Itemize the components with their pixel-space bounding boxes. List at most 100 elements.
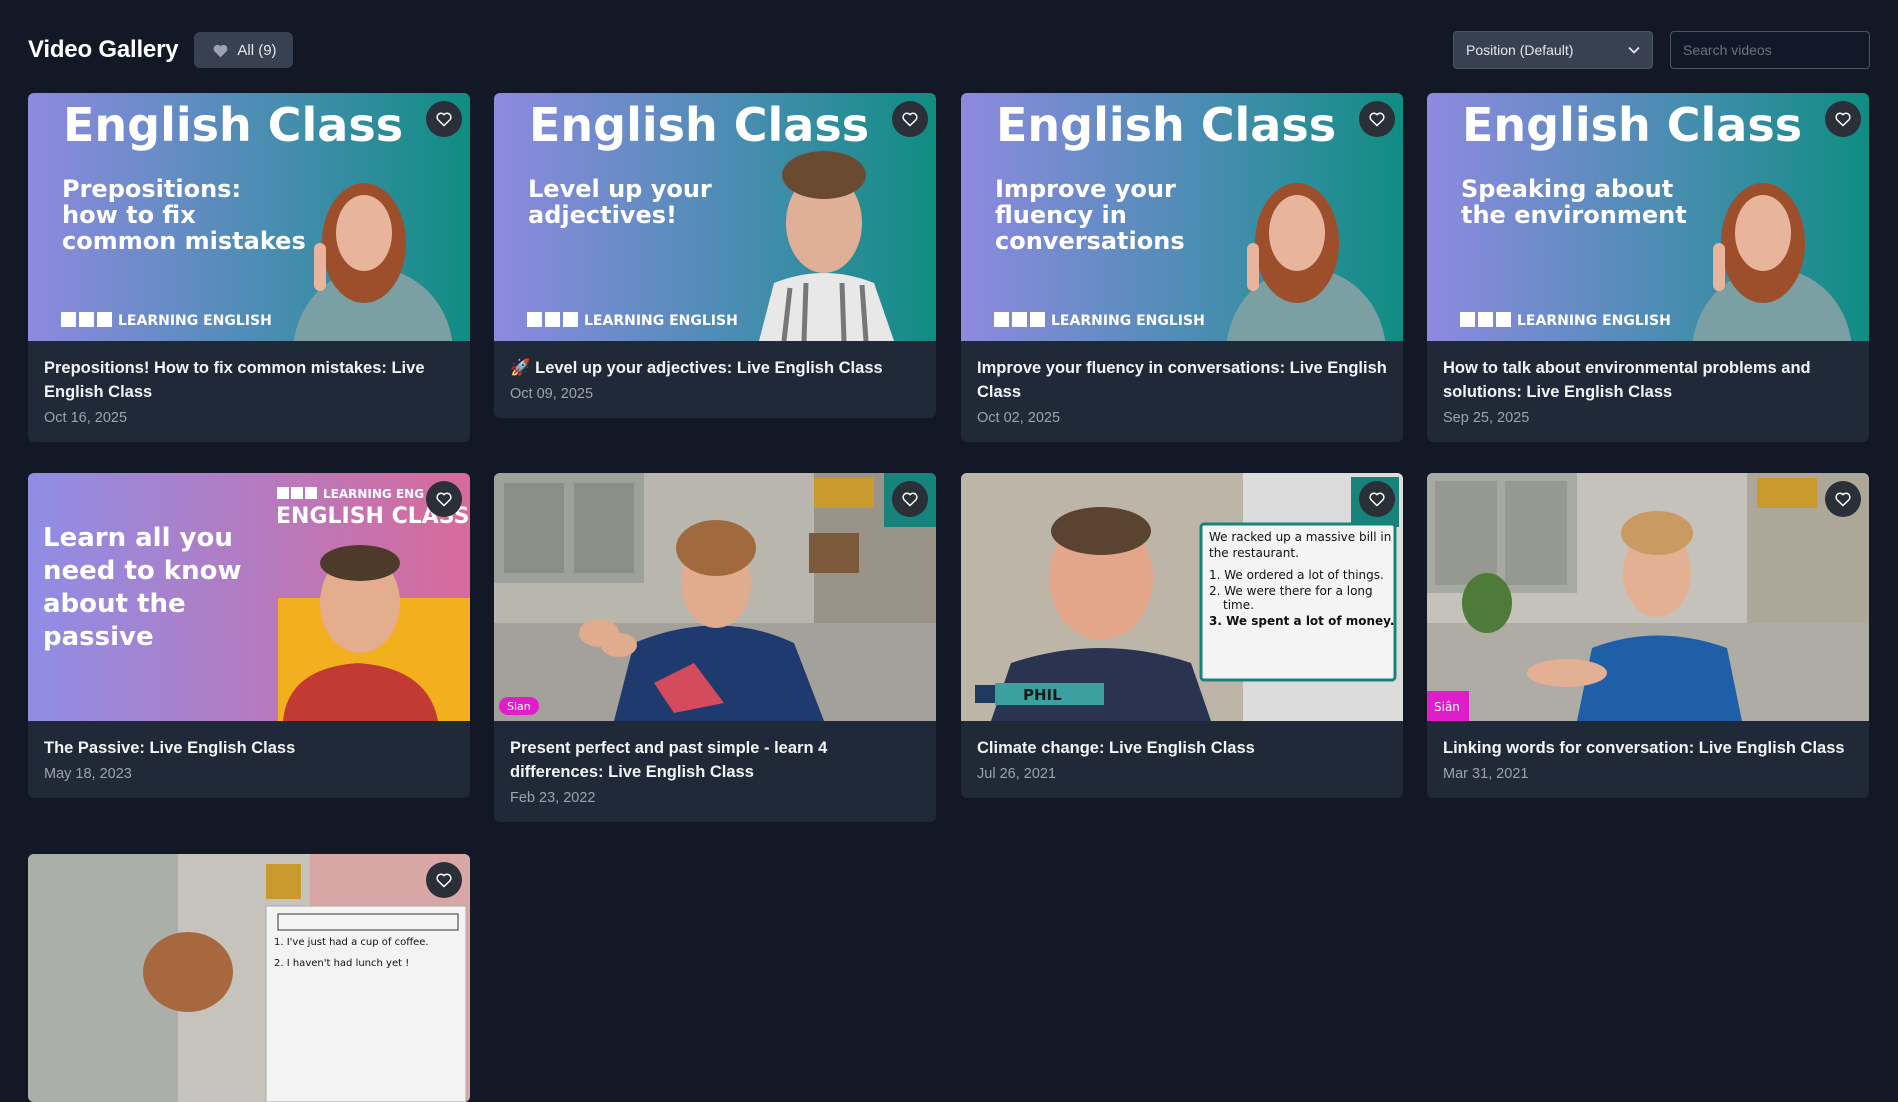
header-left: Video Gallery All (9): [28, 32, 293, 68]
video-title[interactable]: Prepositions! How to fix common mistakes…: [44, 356, 454, 404]
thumb-line: Level up your: [528, 175, 712, 203]
video-date: Oct 16, 2025: [44, 410, 128, 426]
speaker-name: PHIL: [1023, 686, 1062, 704]
video-date: Oct 09, 2025: [510, 386, 594, 402]
video-info: The Passive: Live English Class May 18, …: [28, 721, 470, 798]
video-card[interactable]: 1. I've just had a cup of coffee. 2. I h…: [28, 854, 470, 1102]
thumb-heading: English Class: [996, 98, 1336, 152]
gallery-header: Video Gallery All (9) Position (Default): [28, 30, 1870, 70]
speaker-tag: Sian: [507, 700, 531, 713]
heart-outline-icon: [1835, 112, 1851, 127]
video-thumbnail[interactable]: English Class Speaking about the environ…: [1427, 93, 1869, 341]
heart-outline-icon: [436, 112, 452, 127]
thumb-line: Speaking about: [1461, 175, 1673, 203]
thumb-line: how to fix: [62, 201, 196, 229]
video-info: Climate change: Live English Class Jul 2…: [961, 721, 1403, 798]
video-title[interactable]: The Passive: Live English Class: [44, 736, 454, 760]
favorite-button[interactable]: [1359, 101, 1395, 137]
video-card[interactable]: We racked up a massive bill in the resta…: [961, 473, 1403, 798]
thumb-brand: LEARNING ENGLISH: [584, 313, 738, 329]
video-title[interactable]: Linking words for conversation: Live Eng…: [1443, 736, 1853, 760]
video-title[interactable]: 🚀 Level up your adjectives: Live English…: [510, 356, 920, 380]
video-thumbnail[interactable]: Siân: [1427, 473, 1869, 721]
heart-outline-icon: [902, 492, 918, 507]
video-info: Present perfect and past simple - learn …: [494, 721, 936, 822]
thumb-line: Improve your: [995, 175, 1176, 203]
search-input[interactable]: [1670, 31, 1870, 69]
thumb-brand: LEARNING ENGLISH: [118, 313, 272, 329]
favorite-button[interactable]: [1825, 481, 1861, 517]
heart-outline-icon: [902, 112, 918, 127]
favorites-filter-button[interactable]: All (9): [194, 32, 293, 68]
favorite-button[interactable]: [892, 481, 928, 517]
video-info: How to talk about environmental problems…: [1427, 341, 1869, 442]
board-line: We racked up a massive bill in: [1209, 530, 1391, 544]
thumb-brand: LEARNING ENG: [323, 487, 424, 501]
video-card[interactable]: English Class Speaking about the environ…: [1427, 93, 1869, 442]
board-line: 1. I've just had a cup of coffee.: [274, 937, 429, 948]
video-card[interactable]: English Class Improve your fluency in co…: [961, 93, 1403, 442]
board-line: 2. I haven't had lunch yet !: [274, 958, 409, 969]
thumb-line: need to know: [43, 556, 241, 586]
thumb-heading: English Class: [63, 98, 403, 152]
favorite-button[interactable]: [426, 862, 462, 898]
video-thumbnail[interactable]: 1. I've just had a cup of coffee. 2. I h…: [28, 854, 470, 1102]
video-date: Mar 31, 2021: [1443, 766, 1529, 782]
thumb-brand: LEARNING ENGLISH: [1051, 313, 1205, 329]
video-date: Jul 26, 2021: [977, 766, 1057, 782]
heart-icon: [213, 44, 228, 57]
video-info: Prepositions! How to fix common mistakes…: [28, 341, 470, 442]
video-thumbnail[interactable]: Sian: [494, 473, 936, 721]
favorite-button[interactable]: [1825, 101, 1861, 137]
video-thumbnail[interactable]: English Class Improve your fluency in co…: [961, 93, 1403, 341]
page-title: Video Gallery: [28, 36, 179, 63]
video-info: 🚀 Level up your adjectives: Live English…: [494, 341, 936, 418]
board-line: 2. We were there for a long: [1209, 584, 1373, 598]
video-date: May 18, 2023: [44, 766, 132, 782]
video-title[interactable]: Present perfect and past simple - learn …: [510, 736, 920, 784]
heart-outline-icon: [436, 873, 452, 888]
thumb-line: passive: [43, 622, 154, 652]
thumb-line: Learn all you: [43, 523, 233, 553]
video-card[interactable]: English Class Prepositions: how to fix c…: [28, 93, 470, 442]
chevron-down-icon: [1628, 46, 1640, 54]
thumb-line: adjectives!: [528, 201, 677, 229]
header-right: Position (Default): [1453, 31, 1870, 69]
video-date: Feb 23, 2022: [510, 790, 596, 806]
video-thumbnail[interactable]: LEARNING ENG ENGLISH CLASS Learn all you…: [28, 473, 470, 721]
video-title[interactable]: How to talk about environmental problems…: [1443, 356, 1853, 404]
sort-select[interactable]: Position (Default): [1453, 31, 1653, 69]
heart-outline-icon: [436, 492, 452, 507]
video-info: Improve your fluency in conversations: L…: [961, 341, 1403, 442]
thumb-line: fluency in: [995, 201, 1127, 229]
video-card[interactable]: LEARNING ENG ENGLISH CLASS Learn all you…: [28, 473, 470, 798]
thumb-heading: English Class: [529, 98, 869, 152]
favorite-button[interactable]: [426, 101, 462, 137]
thumb-heading: English Class: [1462, 98, 1802, 152]
thumb-line: common mistakes: [62, 227, 306, 255]
thumb-line: Prepositions:: [62, 175, 241, 203]
board-line: 1. We ordered a lot of things.: [1209, 568, 1384, 582]
heart-outline-icon: [1369, 112, 1385, 127]
video-title[interactable]: Improve your fluency in conversations: L…: [977, 356, 1387, 404]
video-card[interactable]: Sian Present perfect and past simple - l…: [494, 473, 936, 822]
thumb-brand: LEARNING ENGLISH: [1517, 313, 1671, 329]
favorite-button[interactable]: [1359, 481, 1395, 517]
board-line: time.: [1223, 598, 1254, 612]
video-card[interactable]: English Class Level up your adjectives! …: [494, 93, 936, 418]
sort-selected-value: Position (Default): [1466, 42, 1574, 58]
video-card[interactable]: Siân Linking words for conversation: Liv…: [1427, 473, 1869, 798]
video-thumbnail[interactable]: We racked up a massive bill in the resta…: [961, 473, 1403, 721]
thumb-line: the environment: [1461, 201, 1687, 229]
heart-outline-icon: [1835, 492, 1851, 507]
favorite-button[interactable]: [892, 101, 928, 137]
heart-outline-icon: [1369, 492, 1385, 507]
video-thumbnail[interactable]: English Class Level up your adjectives! …: [494, 93, 936, 341]
favorite-button[interactable]: [426, 481, 462, 517]
video-info: Linking words for conversation: Live Eng…: [1427, 721, 1869, 798]
video-thumbnail[interactable]: English Class Prepositions: how to fix c…: [28, 93, 470, 341]
board-line: the restaurant.: [1209, 546, 1299, 560]
board-line: 3. We spent a lot of money.: [1209, 614, 1394, 628]
thumb-line: conversations: [995, 227, 1185, 255]
video-title[interactable]: Climate change: Live English Class: [977, 736, 1387, 760]
